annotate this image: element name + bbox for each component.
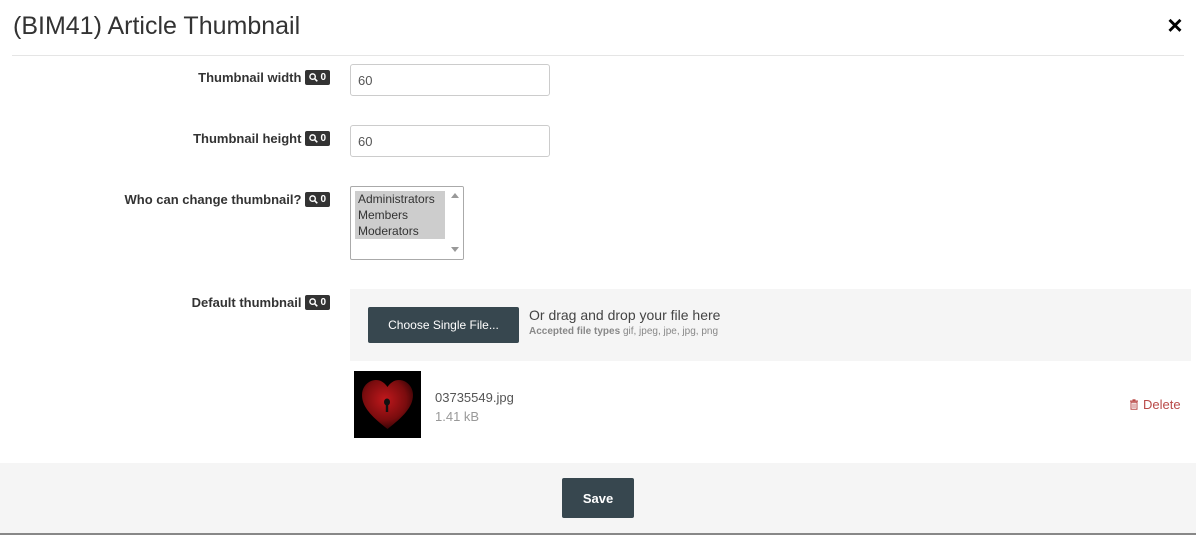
search-icon: [309, 195, 319, 204]
default-thumbnail-badge[interactable]: 0: [305, 295, 330, 310]
thumbnail-width-label-group: Thumbnail width 0: [198, 70, 330, 85]
who-can-change-label-group: Who can change thumbnail? 0: [124, 192, 330, 207]
select-options: Administrators Members Moderators: [355, 191, 445, 239]
search-icon: [309, 73, 319, 82]
select-option-administrators[interactable]: Administrators: [355, 191, 445, 207]
badge-count: 0: [320, 133, 326, 144]
badge-count: 0: [320, 72, 326, 83]
default-thumbnail-label: Default thumbnail: [191, 295, 302, 310]
uploaded-file-name: 03735549.jpg: [435, 390, 514, 405]
search-icon: [309, 298, 319, 307]
badge-count: 0: [320, 297, 326, 308]
thumbnail-preview-image: [354, 371, 421, 438]
close-icon: ×: [1167, 10, 1183, 40]
modal-title: (BIM41) Article Thumbnail: [13, 12, 301, 40]
default-thumbnail-label-group: Default thumbnail 0: [192, 295, 330, 310]
heart-image-icon: [354, 371, 421, 438]
thumbnail-height-input[interactable]: [350, 125, 550, 157]
drag-drop-text: Or drag and drop your file here: [529, 307, 721, 323]
close-button[interactable]: ×: [1162, 12, 1188, 38]
uploaded-file-size: 1.41 kB: [435, 409, 480, 424]
select-scrollbar[interactable]: [447, 187, 463, 259]
header-divider: [12, 55, 1184, 56]
thumbnail-height-label: Thumbnail height: [193, 131, 302, 146]
thumbnail-height-label-group: Thumbnail height 0: [193, 131, 330, 146]
scroll-up-icon[interactable]: [451, 193, 459, 198]
file-drop-zone[interactable]: Choose Single File... Or drag and drop y…: [350, 289, 1191, 361]
who-can-change-label: Who can change thumbnail?: [124, 192, 302, 207]
save-button[interactable]: Save: [562, 478, 634, 518]
thumbnail-height-badge[interactable]: 0: [305, 131, 330, 146]
choose-file-button[interactable]: Choose Single File...: [368, 307, 519, 343]
who-can-change-select[interactable]: Administrators Members Moderators: [350, 186, 464, 260]
accepted-file-types: Accepted file types gif, jpeg, jpe, jpg,…: [529, 326, 718, 337]
modal-footer: Save: [0, 463, 1196, 535]
thumbnail-width-badge[interactable]: 0: [305, 70, 330, 85]
scroll-down-icon[interactable]: [451, 247, 459, 252]
select-option-members[interactable]: Members: [355, 207, 445, 223]
accepted-types-label: Accepted file types: [529, 326, 621, 337]
delete-label: Delete: [1143, 397, 1181, 412]
badge-count: 0: [320, 194, 326, 205]
delete-file-link[interactable]: Delete: [1129, 397, 1181, 412]
thumbnail-width-label: Thumbnail width: [198, 70, 302, 85]
modal-header: (BIM41) Article Thumbnail ×: [0, 0, 1196, 56]
who-can-change-badge[interactable]: 0: [305, 192, 330, 207]
accepted-types-list: gif, jpeg, jpe, jpg, png: [622, 326, 719, 337]
search-icon: [309, 134, 319, 143]
thumbnail-width-input[interactable]: [350, 64, 550, 96]
trash-icon: [1130, 399, 1138, 410]
select-option-moderators[interactable]: Moderators: [355, 223, 445, 239]
